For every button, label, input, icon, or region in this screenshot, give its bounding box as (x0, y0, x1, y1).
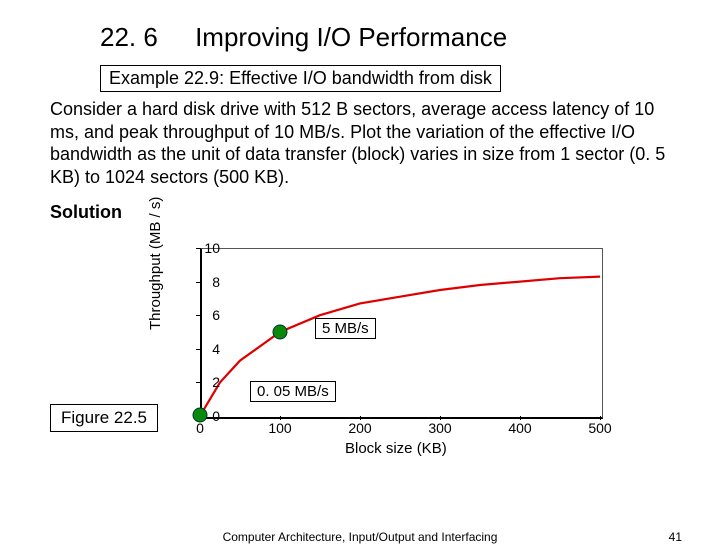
data-point-marker (193, 408, 208, 423)
page-number: 41 (669, 530, 682, 544)
y-tick: 2 (190, 374, 220, 390)
x-tick: 100 (268, 420, 291, 436)
data-point-marker (273, 325, 288, 340)
y-tick: 6 (190, 307, 220, 323)
y-tick: 4 (190, 341, 220, 357)
x-tick: 200 (348, 420, 371, 436)
footer-text: Computer Architecture, Input/Output and … (0, 530, 720, 544)
y-tick: 8 (190, 274, 220, 290)
annotation-low: 0. 05 MB/s (250, 381, 336, 402)
x-tick: 400 (508, 420, 531, 436)
example-heading: Example 22.9: Effective I/O bandwidth fr… (100, 65, 501, 92)
y-axis-label: Throughput (MB / s) (147, 197, 164, 330)
section-title-text: Improving I/O Performance (195, 22, 507, 52)
x-tick: 300 (428, 420, 451, 436)
chart: Throughput (MB / s) Block size (KB) 5 MB… (155, 240, 625, 470)
figure-label: Figure 22.5 (50, 404, 158, 432)
section-title: 22. 6 Improving I/O Performance (100, 22, 680, 53)
annotation-mid: 5 MB/s (315, 318, 376, 339)
section-number: 22. 6 (100, 22, 158, 52)
x-axis-label: Block size (KB) (345, 440, 447, 457)
x-tick: 500 (588, 420, 611, 436)
y-tick: 10 (190, 240, 220, 256)
problem-statement: Consider a hard disk drive with 512 B se… (50, 98, 670, 188)
solution-label: Solution (50, 202, 680, 223)
